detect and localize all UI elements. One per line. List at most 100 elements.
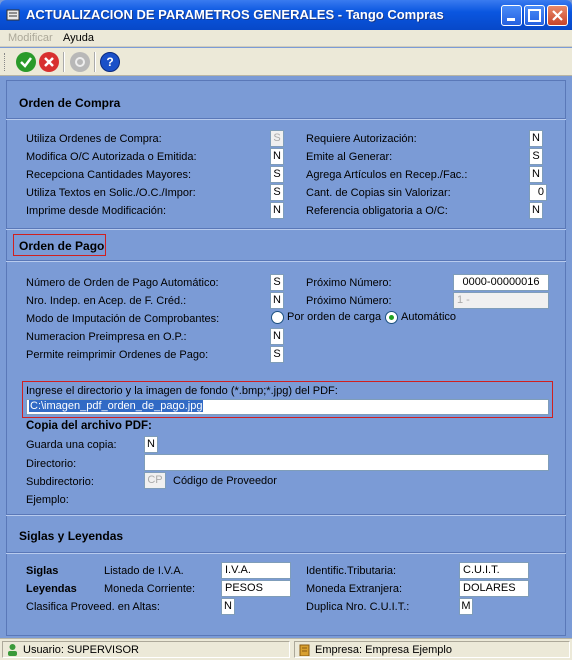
help-button[interactable]: ? (100, 52, 120, 72)
company-icon (299, 644, 310, 656)
label-reimprimir: Permite reimprimir Ordenes de Pago: (26, 349, 209, 361)
disabled-action-button[interactable] (70, 52, 90, 72)
field-moneda-corriente[interactable]: PESOS (221, 580, 291, 597)
x-icon (44, 57, 54, 67)
label-subdirectorio: Subdirectorio: (26, 476, 94, 488)
field-proximo-numero-2[interactable]: 1 - (453, 292, 549, 309)
label-referencia-oc: Referencia obligatoria a O/C: (306, 205, 448, 217)
field-numero-auto[interactable]: S (270, 274, 284, 291)
toolbar-separator (63, 52, 65, 72)
user-icon (8, 644, 17, 656)
field-nro-indep[interactable]: N (270, 292, 284, 309)
field-duplica-cuit[interactable]: M (459, 598, 473, 615)
field-identif-tributaria[interactable]: C.U.I.T. (459, 562, 529, 579)
label-duplica-cuit: Duplica Nro. C.U.I.T.: (306, 601, 410, 613)
label-guarda-copia: Guarda una copia: (26, 439, 117, 451)
label-codigo-proveedor: Código de Proveedor (173, 475, 277, 487)
label-proximo-numero-2: Próximo Número: (306, 295, 392, 307)
label-pdf-path: Ingrese el directorio y la imagen de fon… (26, 385, 338, 397)
label-listado-iva: Listado de I.V.A. (104, 565, 184, 577)
label-numero-auto: Número de Orden de Pago Automático: (26, 277, 219, 289)
accept-button[interactable] (16, 52, 36, 72)
field-guarda-copia[interactable]: N (144, 436, 158, 453)
label-recepciona: Recepciona Cantidades Mayores: (26, 169, 192, 181)
label-numeracion: Numeracion Preimpresa en O.P.: (26, 331, 187, 343)
checkmark-icon (20, 57, 32, 68)
label-agrega-art: Agrega Artículos en Recep./Fac.: (306, 169, 468, 181)
label-proximo-numero: Próximo Número: (306, 277, 392, 289)
field-modifica-oc[interactable]: N (270, 148, 284, 165)
label-emite: Emite al Generar: (306, 151, 393, 163)
help-icon: ? (106, 55, 114, 69)
label-moneda-corriente: Moneda Corriente: (104, 583, 196, 595)
field-recepciona[interactable]: S (270, 166, 284, 183)
field-listado-iva[interactable]: I.V.A. (221, 562, 291, 579)
label-directorio: Directorio: (26, 458, 77, 470)
field-imprime[interactable]: N (270, 202, 284, 219)
field-cant-copias[interactable]: 0 (529, 184, 547, 201)
cancel-button[interactable] (39, 52, 59, 72)
field-proximo-numero[interactable]: 0000-00000016 (453, 274, 549, 291)
divider (6, 552, 566, 554)
status-bar: Usuario: SUPERVISOR Empresa: Empresa Eje… (0, 638, 572, 660)
close-button[interactable] (547, 5, 568, 26)
menu-bar: Modificar Ayuda (0, 30, 572, 47)
divider (6, 118, 566, 120)
label-clasifica-proveed: Clasifica Proveed. en Altas: (26, 601, 160, 613)
field-directorio[interactable] (144, 454, 549, 471)
section-title-orden-pago: Orden de Pago (19, 239, 105, 253)
field-emite[interactable]: S (529, 148, 543, 165)
label-cant-copias: Cant. de Copias sin Valorizar: (306, 187, 451, 199)
section-title-siglas: Siglas y Leyendas (19, 529, 124, 543)
title-bar[interactable]: ACTUALIZACION DE PARAMETROS GENERALES - … (0, 0, 572, 30)
field-utiliza-oc[interactable]: S (270, 130, 284, 147)
label-utiliza-oc: Utiliza Ordenes de Compra: (26, 133, 162, 145)
field-utiliza-textos[interactable]: S (270, 184, 284, 201)
label-identif-tributaria: Identific.Tributaria: (306, 565, 397, 577)
menu-ayuda[interactable]: Ayuda (63, 32, 94, 44)
label-requiere-aut: Requiere Autorización: (306, 133, 417, 145)
label-utiliza-textos: Utiliza Textos en Solic./O.C./Impor: (26, 187, 196, 199)
label-modo-imputacion: Modo de Imputación de Comprobantes: (26, 313, 220, 325)
section-title-orden-compra: Orden de Compra (19, 96, 121, 110)
label-imprime: Imprime desde Modificación: (26, 205, 167, 217)
status-empresa: Empresa: Empresa Ejemplo (315, 644, 452, 656)
menu-modificar[interactable]: Modificar (8, 32, 53, 44)
field-agrega-art[interactable]: N (529, 166, 543, 183)
window-title: ACTUALIZACION DE PARAMETROS GENERALES - … (26, 7, 444, 22)
status-panel-empresa: Empresa: Empresa Ejemplo (294, 641, 570, 658)
divider (6, 228, 566, 230)
minimize-icon (507, 18, 515, 21)
divider (6, 514, 566, 516)
orden-pago-title-frame: Orden de Pago (13, 234, 106, 256)
label-modifica-oc: Modifica O/C Autorizada o Emitida: (26, 151, 197, 163)
divider (6, 260, 566, 262)
field-moneda-extranjera[interactable]: DOLARES (459, 580, 529, 597)
label-ejemplo: Ejemplo: (26, 494, 69, 506)
field-reimprimir[interactable]: S (270, 346, 284, 363)
field-clasifica-proveed[interactable]: N (221, 598, 235, 615)
gear-icon (75, 57, 85, 67)
maximize-icon (528, 9, 541, 22)
maximize-button[interactable] (524, 5, 545, 26)
label-leyendas: Leyendas (26, 583, 77, 595)
field-subdirectorio[interactable]: CP (144, 472, 166, 489)
label-siglas: Siglas (26, 565, 59, 577)
radio-automatico[interactable] (385, 311, 398, 324)
field-requiere-aut[interactable]: N (529, 130, 543, 147)
pdf-path-text: C:\imagen_pdf_orden_de_pago.jpg (29, 400, 204, 412)
status-usuario: Usuario: SUPERVISOR (23, 644, 139, 656)
label-nro-indep: Nro. Indep. en Acep. de F. Créd.: (26, 295, 187, 307)
radio-por-orden-carga[interactable] (271, 311, 284, 324)
close-icon (552, 10, 563, 21)
toolbar-separator (94, 52, 96, 72)
label-automatico: Automático (401, 311, 457, 323)
label-por-orden-carga: Por orden de carga (287, 311, 382, 323)
copia-pdf-title: Copia del archivo PDF: (26, 420, 152, 432)
toolbar-grip[interactable] (4, 53, 7, 71)
minimize-button[interactable] (501, 5, 522, 26)
label-moneda-extranjera: Moneda Extranjera: (306, 583, 402, 595)
field-numeracion[interactable]: N (270, 328, 284, 345)
field-referencia-oc[interactable]: N (529, 202, 543, 219)
pdf-path-input[interactable]: C:\imagen_pdf_orden_de_pago.jpg (26, 399, 549, 415)
